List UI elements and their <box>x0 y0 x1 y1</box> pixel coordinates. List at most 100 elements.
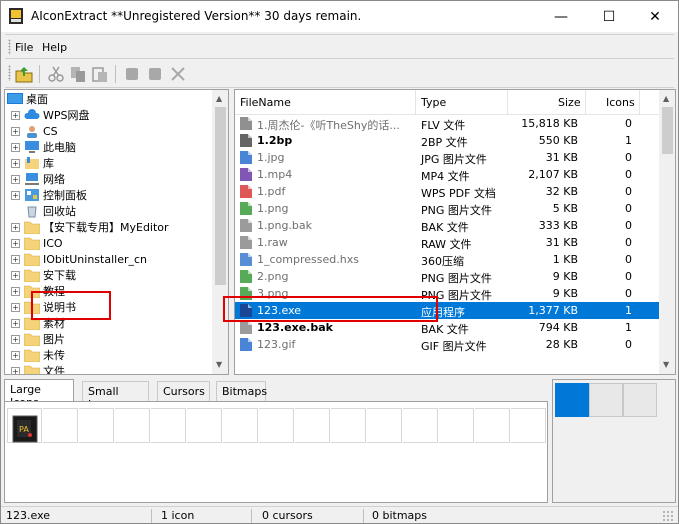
icon-grid-cell[interactable] <box>403 408 438 443</box>
icon-grid-cell[interactable] <box>79 408 114 443</box>
icon-grid-cell[interactable] <box>295 408 330 443</box>
file-icon-count: 0 <box>625 253 632 266</box>
expand-icon[interactable]: + <box>11 190 20 200</box>
column-size[interactable]: Size <box>558 96 581 109</box>
title-bar[interactable]: AIconExtract **Unregistered Version** 30… <box>1 1 678 32</box>
icon-grid-cell[interactable] <box>511 408 546 443</box>
list-scroll-thumb[interactable] <box>662 107 673 154</box>
expand-icon[interactable]: + <box>11 366 20 374</box>
expand-icon[interactable]: + <box>11 334 20 344</box>
icon-grid-cell[interactable] <box>223 408 258 443</box>
tree-item[interactable]: 回收站 <box>11 203 76 219</box>
tree-item[interactable]: + 安下载 <box>11 267 76 283</box>
tree-scrollbar[interactable]: ▲ ▼ <box>212 90 228 374</box>
column-divider[interactable] <box>415 90 416 115</box>
file-row[interactable]: 1_compressed.hxs 360压缩 1 KB 0 <box>235 251 659 268</box>
icon-grid-cell[interactable] <box>475 408 510 443</box>
expand-icon[interactable]: + <box>11 158 20 168</box>
expand-icon[interactable]: + <box>11 254 20 264</box>
tab-large-icons[interactable]: Large Icons <box>4 379 74 409</box>
square-icon[interactable] <box>146 65 164 83</box>
expand-icon[interactable]: + <box>11 302 20 312</box>
expand-icon[interactable]: + <box>11 270 20 280</box>
icon-panel[interactable]: PA <box>4 401 548 503</box>
expand-icon[interactable]: + <box>11 238 20 248</box>
expand-icon[interactable]: + <box>11 350 20 360</box>
column-divider[interactable] <box>585 90 586 115</box>
tab-cursors[interactable]: Cursors <box>157 381 210 401</box>
tree-item[interactable]: + IObitUninstaller_cn <box>11 251 147 267</box>
scroll-down-icon[interactable]: ▼ <box>216 360 222 369</box>
icon-grid-cell[interactable] <box>115 408 150 443</box>
scroll-down-icon[interactable]: ▼ <box>663 360 669 369</box>
expand-icon[interactable]: + <box>11 126 20 136</box>
icon-grid-cell[interactable] <box>187 408 222 443</box>
tree-item[interactable]: + ICO <box>11 235 63 251</box>
icon-grid-cell[interactable] <box>43 408 78 443</box>
menu-file[interactable]: File <box>15 41 33 54</box>
icon-grid-cell[interactable] <box>151 408 186 443</box>
tree-item[interactable]: + 控制面板 <box>11 187 87 203</box>
column-divider[interactable] <box>507 90 508 115</box>
menu-help[interactable]: Help <box>42 41 67 54</box>
file-row[interactable]: 1.png PNG 图片文件 5 KB 0 <box>235 200 659 217</box>
tree-item[interactable]: + 未传 <box>11 347 65 363</box>
cut-icon[interactable] <box>47 65 65 83</box>
stop-icon[interactable] <box>123 65 141 83</box>
column-divider[interactable] <box>639 90 640 115</box>
file-row[interactable]: 1.周杰伦-《听TheShy的话... FLV 文件 15,818 KB 0 <box>235 115 659 132</box>
tree-item-desktop[interactable]: 桌面 <box>7 91 48 107</box>
file-row[interactable]: 1.png.bak BAK 文件 333 KB 0 <box>235 217 659 234</box>
folder-tree[interactable]: 桌面 + WPS网盘 + CS + 此电脑 + 库 + 网络 + 控制面板 回收站 + 【安下载专用】MyE… <box>4 89 229 375</box>
maximize-button[interactable]: ☐ <box>586 1 632 32</box>
tree-item[interactable]: + CS <box>11 123 58 139</box>
icon-grid-cell[interactable] <box>331 408 366 443</box>
file-row[interactable]: 123.gif GIF 图片文件 28 KB 0 <box>235 336 659 353</box>
expand-icon[interactable]: + <box>11 142 20 152</box>
tree-scroll-thumb[interactable] <box>215 107 226 285</box>
scroll-up-icon[interactable]: ▲ <box>663 94 669 103</box>
tree-item[interactable]: + 网络 <box>11 171 65 187</box>
column-filename[interactable]: FileName <box>240 96 291 109</box>
tab-bitmaps[interactable]: Bitmaps <box>216 381 267 401</box>
column-type[interactable]: Type <box>421 96 446 109</box>
paste-icon[interactable] <box>91 65 109 83</box>
file-row[interactable]: 1.jpg JPG 图片文件 31 KB 0 <box>235 149 659 166</box>
toolbar-grip[interactable] <box>8 65 11 81</box>
open-folder-icon[interactable] <box>15 65 33 83</box>
file-row[interactable]: 1.2bp 2BP 文件 550 KB 1 <box>235 132 659 149</box>
tree-item[interactable]: + 库 <box>11 155 54 171</box>
exe-icon-thumbnail[interactable]: PA <box>12 415 38 443</box>
file-row[interactable]: 1.pdf WPS PDF 文档 32 KB 0 <box>235 183 659 200</box>
list-scrollbar[interactable]: ▲ ▼ <box>659 90 675 374</box>
tree-item[interactable]: + 文件 <box>11 363 65 374</box>
file-row[interactable]: 1.mp4 MP4 文件 2,107 KB 0 <box>235 166 659 183</box>
expand-icon[interactable]: + <box>11 174 20 184</box>
tree-item[interactable]: + 此电脑 <box>11 139 76 155</box>
expand-icon[interactable]: + <box>11 318 20 328</box>
file-row[interactable]: 2.png PNG 图片文件 9 KB 0 <box>235 268 659 285</box>
close-button[interactable]: ✕ <box>632 1 678 32</box>
tree-item[interactable]: + 【安下载专用】MyEditor <box>11 219 169 235</box>
tab-small-icons[interactable]: Small Icons <box>82 381 149 411</box>
file-row[interactable]: 1.raw RAW 文件 31 KB 0 <box>235 234 659 251</box>
copy-icon[interactable] <box>69 65 87 83</box>
expand-icon[interactable]: + <box>11 110 20 120</box>
column-icons[interactable]: Icons <box>606 96 635 109</box>
tree-item[interactable]: + 图片 <box>11 331 65 347</box>
preview-swatch-selected[interactable] <box>555 383 589 417</box>
icon-grid-cell[interactable] <box>439 408 474 443</box>
icon-grid-cell[interactable] <box>259 408 294 443</box>
minimize-button[interactable]: — <box>538 1 584 32</box>
resize-grip[interactable] <box>662 510 674 522</box>
delete-icon[interactable] <box>169 65 187 83</box>
expand-icon[interactable]: + <box>11 286 20 296</box>
tree-item[interactable]: + WPS网盘 <box>11 107 90 123</box>
menu-grip[interactable] <box>8 39 11 55</box>
preview-swatch[interactable] <box>623 383 657 417</box>
expand-icon[interactable]: + <box>11 222 20 232</box>
icon-grid-cell[interactable] <box>367 408 402 443</box>
scroll-up-icon[interactable]: ▲ <box>216 94 222 103</box>
preview-swatch[interactable] <box>589 383 623 417</box>
file-list[interactable]: FileName Type Size Icons 1.周杰伦-《听TheShy的… <box>234 89 676 375</box>
